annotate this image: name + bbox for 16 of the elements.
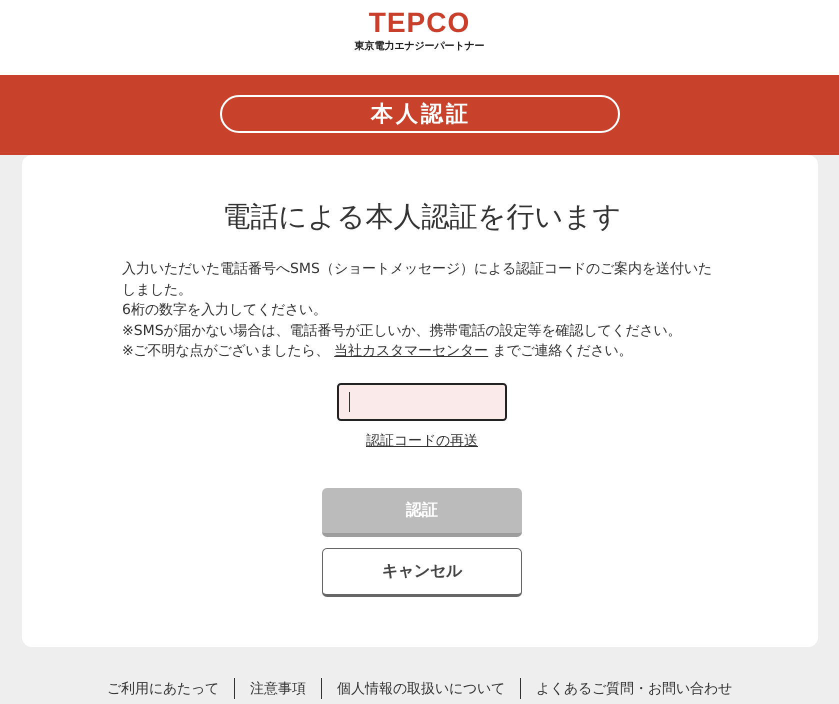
instruction-text: ※SMSが届かない場合は、電話番号が正しいか、携帯電話の設定等を確認してください。	[122, 322, 683, 340]
footer-link[interactable]: 個人情報の取扱いについて	[337, 680, 505, 696]
logo-text[interactable]: TEPCO	[368, 8, 470, 38]
cancel-button[interactable]: キャンセル	[322, 548, 522, 596]
footer-link[interactable]: ご利用にあたって	[107, 680, 219, 696]
company-name: 東京電力エナジーパートナー	[354, 41, 484, 53]
footer-link[interactable]: 注意事項	[250, 680, 306, 696]
instruction-text: 6桁の数字を入力してください。	[122, 301, 328, 320]
card-heading: 電話による本人認証を行います	[222, 199, 622, 235]
page-title: 本人認証	[220, 95, 620, 133]
footer-link[interactable]: よくあるご質問・お問い合わせ	[536, 680, 732, 696]
code-input[interactable]	[337, 382, 507, 420]
customer-center-link[interactable]: 当社カスタマーセンター	[334, 343, 488, 359]
contact-note: ※ご不明な点がございましたら、 当社カスタマーセンター までご連絡ください。	[122, 342, 634, 361]
resend-code-link[interactable]: 認証コードの再送	[366, 430, 478, 450]
instruction-text: 入力いただいた電話番号へSMS（ショートメッセージ）による認証コードのご案内を送付いたしました。	[122, 260, 713, 300]
